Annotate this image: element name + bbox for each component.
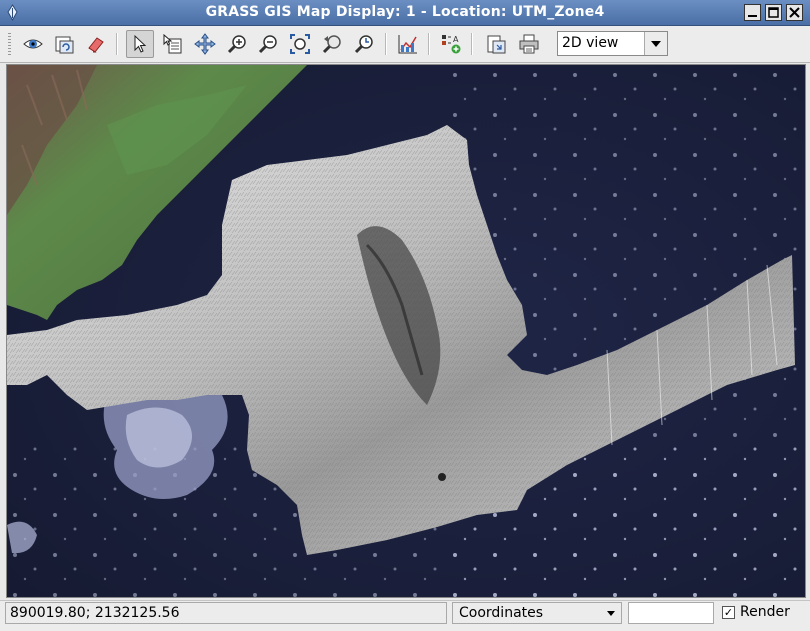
title-bar: GRASS GIS Map Display: 1 - Location: UTM…: [0, 0, 810, 26]
toolbar-grip[interactable]: [8, 33, 11, 55]
toolbar-separator: [471, 33, 473, 55]
minimize-button[interactable]: [744, 4, 761, 21]
zoom-out-icon: [258, 35, 277, 54]
toolbar-separator: [385, 33, 387, 55]
zoom-back-icon: [322, 35, 341, 54]
zoom-menu-button[interactable]: [350, 30, 378, 58]
statusbar-input[interactable]: [628, 602, 714, 624]
pointer-button[interactable]: [126, 30, 154, 58]
print-icon: [519, 34, 539, 54]
zoom-extent-button[interactable]: [286, 30, 314, 58]
coordinates-value: 890019.80; 2132125.56: [10, 605, 180, 621]
zoom-back-button[interactable]: [318, 30, 346, 58]
save-file-icon: [487, 35, 506, 54]
close-button[interactable]: [786, 4, 803, 21]
zoom-in-icon: [227, 35, 246, 54]
zoom-menu-icon: [354, 35, 373, 54]
pointer-icon: [134, 34, 147, 53]
pan-icon: [194, 33, 216, 55]
view-mode-value: 2D view: [562, 35, 619, 51]
display-map-icon: [23, 39, 43, 49]
pan-button[interactable]: [191, 30, 219, 58]
overlay-icon: A: [442, 35, 461, 54]
chevron-down-icon[interactable]: [644, 32, 667, 55]
chevron-down-icon[interactable]: [607, 611, 615, 616]
zoom-in-button[interactable]: [223, 30, 251, 58]
zoom-out-button[interactable]: [254, 30, 282, 58]
toolbar-separator: [116, 33, 118, 55]
analyze-button[interactable]: [394, 30, 422, 58]
statusbar-mode-select[interactable]: Coordinates: [452, 602, 622, 624]
query-button[interactable]: [159, 30, 187, 58]
close-icon: [789, 7, 800, 18]
map-canvas[interactable]: [6, 64, 806, 598]
print-button[interactable]: [515, 30, 543, 58]
render-toggle[interactable]: ✓ Render: [722, 604, 790, 620]
display-map-button[interactable]: [19, 30, 47, 58]
query-icon: [163, 33, 182, 54]
analyze-icon: [398, 35, 417, 54]
view-mode-select[interactable]: 2D view: [557, 31, 668, 56]
map-image: [7, 65, 805, 597]
map-toolbar: A 2D view: [0, 26, 810, 63]
overlay-button[interactable]: A: [437, 30, 465, 58]
minimize-icon: [748, 15, 757, 17]
erase-icon: [88, 37, 104, 53]
render-map-button[interactable]: [50, 30, 78, 58]
maximize-icon: [768, 7, 779, 18]
status-bar: 890019.80; 2132125.56 Coordinates ✓ Rend…: [0, 600, 810, 631]
zoom-extent-icon: [290, 34, 310, 54]
maximize-button[interactable]: [765, 4, 782, 21]
render-label: Render: [740, 604, 790, 620]
toolbar-separator: [428, 33, 430, 55]
svg-text:A: A: [453, 35, 459, 44]
window-title: GRASS GIS Map Display: 1 - Location: UTM…: [205, 4, 605, 20]
statusbar-mode-value: Coordinates: [459, 605, 544, 621]
render-map-icon: [55, 36, 74, 54]
erase-button[interactable]: [82, 30, 110, 58]
save-file-button[interactable]: [482, 30, 510, 58]
coordinates-display: 890019.80; 2132125.56: [5, 602, 447, 624]
render-checkbox[interactable]: ✓: [722, 605, 735, 619]
